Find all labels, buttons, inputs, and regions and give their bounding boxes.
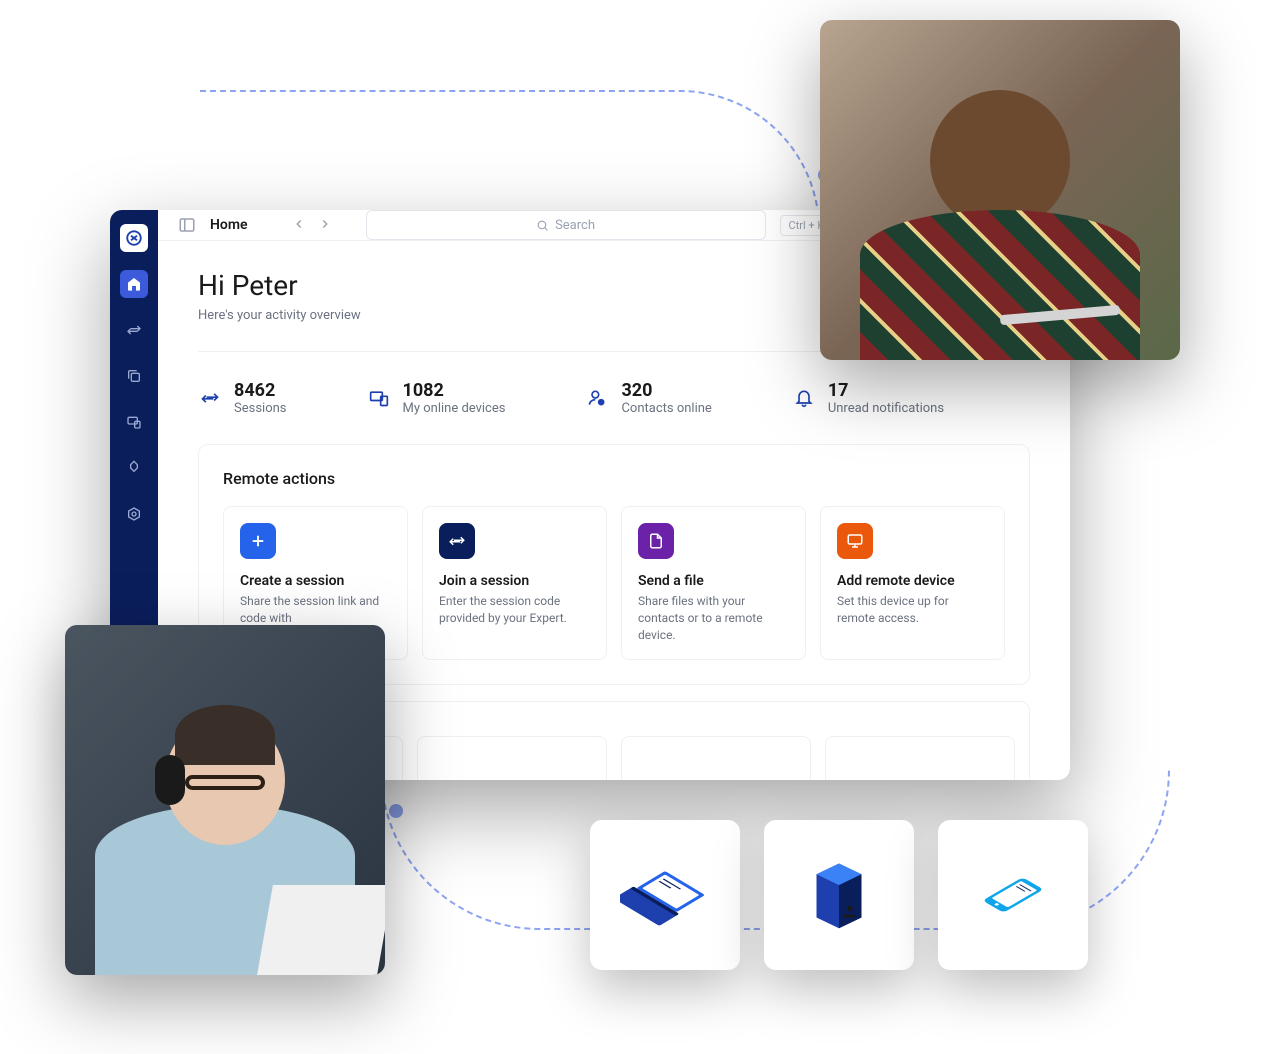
transfer-icon [198, 386, 222, 410]
device-laptop-card[interactable] [590, 820, 740, 970]
list-item[interactable] [417, 736, 607, 780]
stat-label: Contacts online [621, 401, 711, 416]
search-input[interactable]: Search [366, 210, 766, 240]
user-photo-headset [65, 625, 385, 975]
device-cards-row [590, 820, 1088, 970]
list-item[interactable] [621, 736, 811, 780]
decorative-curve-top [200, 90, 820, 230]
stats-row: 8462 Sessions 1082 My online devices 320 [198, 380, 1030, 416]
user-photo-tablet [820, 20, 1180, 360]
user-online-icon [585, 386, 609, 410]
bell-icon [792, 386, 816, 410]
devices-icon [367, 386, 391, 410]
stat-contacts[interactable]: 320 Contacts online [585, 380, 711, 416]
action-send-file[interactable]: Send a file Share files with your contac… [621, 506, 806, 660]
stat-notifications[interactable]: 17 Unread notifications [792, 380, 944, 416]
laptop-icon [620, 850, 710, 940]
stat-devices[interactable]: 1082 My online devices [367, 380, 506, 416]
stat-value: 17 [828, 380, 944, 401]
stat-value: 320 [621, 380, 711, 401]
sidebar-tag[interactable] [120, 454, 148, 482]
search-icon [536, 219, 549, 232]
action-title: Create a session [240, 573, 391, 589]
sidebar-home[interactable] [120, 270, 148, 298]
action-join-session[interactable]: Join a session Enter the session code pr… [422, 506, 607, 660]
device-server-card[interactable] [764, 820, 914, 970]
stat-label: Unread notifications [828, 401, 944, 416]
action-desc: Enter the session code provided by your … [439, 593, 590, 627]
file-icon [638, 523, 674, 559]
monitor-icon [837, 523, 873, 559]
sidebar-copy[interactable] [120, 362, 148, 390]
device-mobile-card[interactable] [938, 820, 1088, 970]
action-title: Send a file [638, 573, 789, 589]
mobile-icon [968, 850, 1058, 940]
app-logo[interactable] [120, 224, 148, 252]
transfer-icon [439, 523, 475, 559]
panel-toggle-icon[interactable] [178, 216, 196, 234]
nav-back-icon[interactable] [292, 216, 306, 235]
search-placeholder: Search [555, 218, 595, 233]
plus-icon [240, 523, 276, 559]
sidebar-transfer[interactable] [120, 316, 148, 344]
action-desc: Set this device up for remote access. [837, 593, 988, 627]
list-item[interactable] [825, 736, 1015, 780]
server-icon [794, 850, 884, 940]
nav-forward-icon[interactable] [318, 216, 332, 235]
action-desc: Share files with your contacts or to a r… [638, 593, 789, 643]
stat-value: 1082 [403, 380, 506, 401]
action-add-device[interactable]: Add remote device Set this device up for… [820, 506, 1005, 660]
stat-label: My online devices [403, 401, 506, 416]
stat-label: Sessions [234, 401, 287, 416]
section-title: Remote actions [223, 469, 1005, 488]
stat-value: 8462 [234, 380, 287, 401]
breadcrumb: Home [210, 217, 248, 233]
action-title: Add remote device [837, 573, 988, 589]
orbit-dot [389, 804, 403, 818]
action-title: Join a session [439, 573, 590, 589]
action-desc: Share the session link and code with [240, 593, 391, 627]
sidebar-devices[interactable] [120, 408, 148, 436]
sidebar-settings[interactable] [120, 500, 148, 528]
stat-sessions[interactable]: 8462 Sessions [198, 380, 287, 416]
